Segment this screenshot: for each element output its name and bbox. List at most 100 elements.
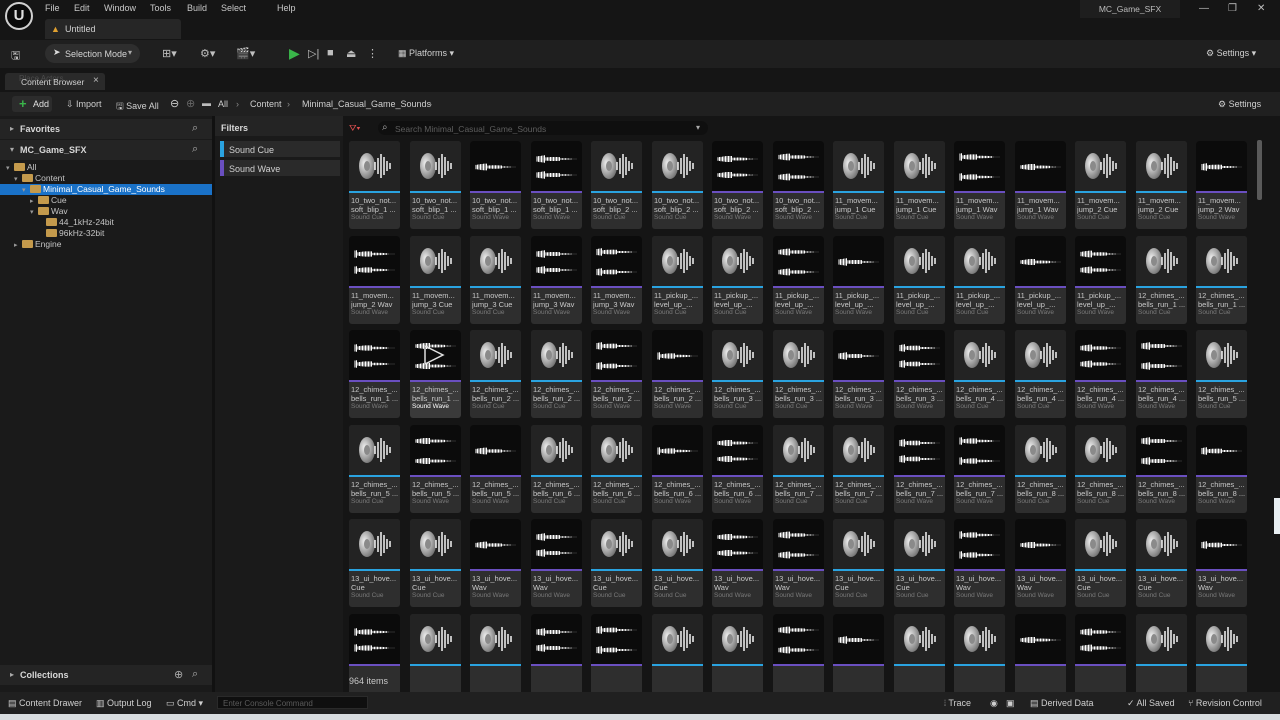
tree-item[interactable]: ▾ All	[0, 162, 215, 173]
tree-item[interactable]: ▾ Minimal_Casual_Game_Sounds	[0, 184, 215, 195]
asset-tile-sound-cue[interactable]: 12_chimes_... bells_run_3 ... Sound Cue	[712, 330, 763, 418]
toolbar-settings-button[interactable]: ⚙ Settings ▾	[1206, 48, 1256, 59]
platforms-button[interactable]: ▦ Platforms ▾	[398, 48, 454, 59]
cmd-dropdown[interactable]: ▭ Cmd ▾	[166, 698, 203, 709]
asset-tile-sound-wave[interactable]	[1015, 614, 1066, 692]
search-icon[interactable]: ⌕	[192, 143, 198, 156]
asset-tile-sound-cue[interactable]: 10_two_not... soft_blip_2 ... Sound Cue	[591, 141, 642, 229]
add-button[interactable]: + Add	[12, 96, 52, 112]
asset-tile-sound-wave[interactable]	[773, 614, 824, 692]
project-header[interactable]: ▾ MC_Game_SFX ⌕	[0, 140, 215, 160]
close-tab-icon[interactable]: ×	[93, 75, 99, 86]
search-icon[interactable]: ⌕	[192, 668, 198, 681]
asset-tile-sound-wave[interactable]: 13_ui_hove... Wav Sound Wave	[1196, 519, 1247, 607]
asset-tile-sound-wave[interactable]	[1075, 614, 1126, 692]
blueprint-icon[interactable]: ⚙▾	[200, 47, 215, 60]
asset-tile-sound-cue[interactable]: 12_chimes_... bells_run_7 ... Sound Cue	[833, 425, 884, 513]
asset-tile-sound-cue[interactable]: 12_chimes_... bells_run_3 ... Sound Cue	[773, 330, 824, 418]
asset-tile-sound-wave[interactable]: 10_two_not... soft_blip_1 ... Sound Wave	[531, 141, 582, 229]
asset-tile-sound-wave[interactable]	[833, 614, 884, 692]
asset-tile-sound-wave[interactable]: 11_movem... jump_3 Wav Sound Wave	[591, 236, 642, 324]
vertical-scrollbar[interactable]	[1257, 140, 1262, 200]
asset-tile-sound-wave[interactable]	[531, 614, 582, 692]
play-preview-icon[interactable]	[422, 344, 446, 366]
asset-tile-sound-cue[interactable]: 13_ui_hove... Cue Sound Cue	[591, 519, 642, 607]
favorites-header[interactable]: ▸ Favorites ⌕	[0, 119, 215, 139]
import-button[interactable]: ⇩ Import	[66, 99, 102, 110]
forward-icon[interactable]: ⊕	[186, 97, 195, 110]
menu-select[interactable]: Select	[221, 3, 246, 13]
asset-tile-sound-wave[interactable]: 13_ui_hove... Wav Sound Wave	[1015, 519, 1066, 607]
tree-item[interactable]: 96kHz-32bit	[0, 228, 215, 239]
asset-tile-sound-cue[interactable]	[1136, 614, 1187, 692]
asset-tile-sound-cue[interactable]: 12_chimes_... bells_run_1 ... Sound Cue	[1136, 236, 1187, 324]
asset-tile-sound-wave[interactable]: 12_chimes_... bells_run_3 ... Sound Wave	[833, 330, 884, 418]
collections-header[interactable]: ▸ Collections ⊕ ⌕	[0, 665, 215, 685]
asset-tile-sound-cue[interactable]	[894, 614, 945, 692]
asset-tile-sound-cue[interactable]: 11_pickup_... level_up_... Sound Cue	[894, 236, 945, 324]
stop-icon[interactable]: ■	[327, 47, 334, 59]
asset-tile-sound-cue[interactable]: 13_ui_hove... Cue Sound Cue	[349, 519, 400, 607]
asset-search-input[interactable]: ⌕ Search Minimal_Casual_Game_Sounds ▾	[378, 121, 708, 135]
asset-tile-sound-wave[interactable]: 12_chimes_... bells_run_4 ... Sound Wave	[1075, 330, 1126, 418]
asset-tile-sound-wave[interactable]: 12_chimes_... bells_run_8 ... Sound Wave	[1136, 425, 1187, 513]
asset-tile-sound-wave[interactable]: 10_two_not... soft_blip_2 ... Sound Wave	[712, 141, 763, 229]
asset-tile-sound-wave[interactable]: 12_chimes_... bells_run_8 ... Sound Wave	[1196, 425, 1247, 513]
asset-tile-sound-cue[interactable]	[652, 614, 703, 692]
menu-window[interactable]: Window	[104, 3, 136, 13]
tree-item[interactable]: ▾ Content	[0, 173, 215, 184]
asset-tile-sound-wave[interactable]: 11_pickup_... level_up_... Sound Wave	[773, 236, 824, 324]
asset-tile-sound-wave[interactable]: 13_ui_hove... Wav Sound Wave	[773, 519, 824, 607]
asset-tile-sound-cue[interactable]: 12_chimes_... bells_run_4 ... Sound Cue	[954, 330, 1005, 418]
asset-tile-sound-cue[interactable]: 11_movem... jump_1 Cue Sound Cue	[833, 141, 884, 229]
asset-tile-sound-cue[interactable]: 12_chimes_... bells_run_2 ... Sound Cue	[531, 330, 582, 418]
record-icon[interactable]: ◉	[990, 698, 998, 709]
browser-settings-button[interactable]: ⚙ Settings	[1218, 99, 1261, 110]
asset-tile-sound-wave[interactable]: 12_chimes_... bells_run_5 ... Sound Wave	[470, 425, 521, 513]
all-saved-button[interactable]: ✓ All Saved	[1127, 698, 1175, 709]
asset-tile-sound-wave[interactable]: 12_chimes_... bells_run_4 ... Sound Wave	[1136, 330, 1187, 418]
asset-tile-sound-cue[interactable]: 12_chimes_... bells_run_6 ... Sound Cue	[591, 425, 642, 513]
asset-tile-sound-cue[interactable]: 12_chimes_... bells_run_2 ... Sound Cue	[470, 330, 521, 418]
save-all-button[interactable]: 🖫 Save All	[116, 99, 159, 115]
tree-item[interactable]: ▸ Cue	[0, 195, 215, 206]
asset-tile-sound-wave[interactable]: 11_movem... jump_1 Wav Sound Wave	[1015, 141, 1066, 229]
tree-arrow-icon[interactable]: ▾	[30, 208, 38, 216]
cinematics-icon[interactable]: 🎬▾	[236, 47, 255, 60]
asset-tile-sound-cue[interactable]: 11_movem... jump_2 Cue Sound Cue	[1136, 141, 1187, 229]
asset-tile-sound-cue[interactable]: 10_two_not... soft_blip_1 ... Sound Cue	[410, 141, 461, 229]
menu-tools[interactable]: Tools	[150, 3, 171, 13]
asset-tile-sound-wave[interactable]: 12_chimes_... bells_run_3 ... Sound Wave	[894, 330, 945, 418]
more-options-icon[interactable]: ⋮	[367, 47, 378, 60]
tree-arrow-icon[interactable]: ▾	[6, 164, 14, 172]
filter-sound-wave[interactable]: Sound Wave	[220, 160, 340, 176]
asset-tile-sound-cue[interactable]: 12_chimes_... bells_run_5 ... Sound Cue	[349, 425, 400, 513]
asset-tile-sound-cue[interactable]: 12_chimes_... bells_run_4 ... Sound Cue	[1015, 330, 1066, 418]
asset-tile-sound-wave[interactable]: 12_chimes_... bells_run_1 ... Sound Wave	[349, 330, 400, 418]
asset-tile-sound-wave[interactable]: 12_chimes_... bells_run_7 ... Sound Wave	[894, 425, 945, 513]
content-drawer-button[interactable]: ▤ Content Drawer	[8, 698, 82, 709]
menu-file[interactable]: File	[45, 3, 60, 13]
asset-tile-sound-wave[interactable]: 11_movem... jump_2 Wav Sound Wave	[349, 236, 400, 324]
console-input[interactable]: Enter Console Command	[217, 696, 368, 709]
asset-tile-sound-wave[interactable]: 10_two_not... soft_blip_1 ... Sound Wave	[470, 141, 521, 229]
asset-tile-sound-wave[interactable]: 12_chimes_... bells_run_6 ... Sound Wave	[712, 425, 763, 513]
asset-tile-sound-wave[interactable]: 11_pickup_... level_up_... Sound Wave	[1015, 236, 1066, 324]
asset-tile-sound-cue[interactable]: 13_ui_hove... Cue Sound Cue	[1075, 519, 1126, 607]
asset-tile-sound-cue[interactable]: 11_movem... jump_1 Cue Sound Cue	[894, 141, 945, 229]
minimize-icon[interactable]: —	[1199, 3, 1209, 14]
asset-tile-sound-cue[interactable]: 12_chimes_... bells_run_6 ... Sound Cue	[531, 425, 582, 513]
asset-tile-sound-cue[interactable]: 11_movem... jump_3 Cue Sound Cue	[410, 236, 461, 324]
asset-tile-sound-cue[interactable]: 12_chimes_... bells_run_8 ... Sound Cue	[1015, 425, 1066, 513]
menu-edit[interactable]: Edit	[74, 3, 90, 13]
asset-tile-sound-wave[interactable]: 13_ui_hove... Wav Sound Wave	[712, 519, 763, 607]
asset-tile-sound-cue[interactable]: 10_two_not... soft_blip_1 ... Sound Cue	[349, 141, 400, 229]
asset-tile-sound-wave[interactable]	[591, 614, 642, 692]
asset-tile-sound-cue[interactable]	[1196, 614, 1247, 692]
asset-tile-sound-cue[interactable]: 11_movem... jump_3 Cue Sound Cue	[470, 236, 521, 324]
save-icon[interactable]: 🖫	[11, 47, 20, 66]
asset-tile-sound-cue[interactable]: 12_chimes_... bells_run_5 ... Sound Cue	[1196, 330, 1247, 418]
asset-tile-sound-cue[interactable]	[410, 614, 461, 692]
asset-tile-sound-cue[interactable]: 13_ui_hove... Cue Sound Cue	[410, 519, 461, 607]
tree-item[interactable]: 44_1kHz-24bit	[0, 217, 215, 228]
